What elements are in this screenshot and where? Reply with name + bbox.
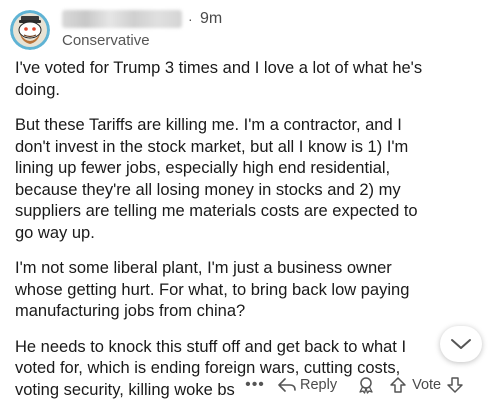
snoo-avatar-icon [10,10,50,50]
user-flair: Conservative [62,32,150,49]
comment-paragraph: I've voted for Trump 3 times and I love … [15,59,423,99]
chevron-down-icon [451,339,471,349]
comment-paragraph: I'm not some liberal plant, I'm just a b… [15,259,410,320]
avatar[interactable] [10,10,50,50]
downvote-arrow-icon[interactable] [446,376,464,394]
vote-group: Vote [389,376,464,394]
comment-header: · 9m Conservative [10,6,480,52]
reply-label: Reply [300,377,338,393]
award-button[interactable] [357,376,375,394]
award-icon [359,377,373,394]
comment-paragraph: But these Tariffs are killing me. I'm a … [15,116,418,242]
comment-timestamp: 9m [200,10,223,27]
collapse-button[interactable] [440,326,482,362]
reply-arrow-icon [278,378,296,392]
reply-button[interactable]: Reply [278,377,337,393]
more-options-button[interactable]: ••• [240,377,270,393]
username-blurred[interactable] [62,10,182,28]
upvote-arrow-icon[interactable] [389,376,407,394]
vote-label: Vote [412,377,442,393]
comment-actions: ••• Reply Vote [240,372,485,398]
comment-body: I've voted for Trump 3 times and I love … [15,58,440,415]
meta-separator: · [188,11,193,27]
